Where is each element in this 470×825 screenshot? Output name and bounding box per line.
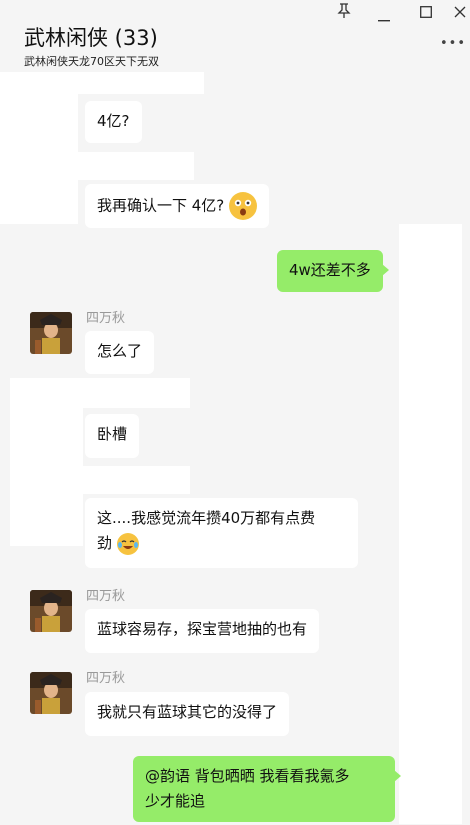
chat-header: 武林闲侠 (33) 武林闲侠天龙70区天下无双 ••• xyxy=(0,0,470,72)
astonished-face-emoji xyxy=(229,192,258,220)
sender-name: 四万秋 xyxy=(86,311,126,326)
group-title[interactable]: 武林闲侠 (33) xyxy=(24,22,158,52)
more-icon[interactable]: ••• xyxy=(440,36,466,51)
message-text: 我就只有蓝球其它的没得了 xyxy=(97,703,278,721)
message-text: 蓝球容易存，探宝营地抽的也有 xyxy=(97,620,308,638)
redacted-area xyxy=(10,408,83,546)
message-text: 卧槽 xyxy=(97,425,128,443)
redacted-area xyxy=(78,152,194,180)
message-text: 少才能追 xyxy=(145,792,206,810)
avatar[interactable] xyxy=(30,312,72,354)
message-text: 劲 xyxy=(97,534,113,552)
group-subtitle: 武林闲侠天龙70区天下无双 xyxy=(24,55,159,68)
tears-of-joy-emoji xyxy=(116,532,139,555)
redacted-area xyxy=(10,378,190,408)
message-text: 4w还差不多 xyxy=(289,261,371,279)
redacted-area xyxy=(83,466,190,494)
sender-name: 四万秋 xyxy=(86,671,126,686)
message-text: 怎么了 xyxy=(97,342,143,360)
avatar[interactable] xyxy=(30,590,72,632)
message-bubble[interactable]: 怎么了 xyxy=(85,331,155,374)
message-text: 4亿? xyxy=(97,112,130,130)
message-text: 这....我感觉流年攒40万都有点费 xyxy=(97,509,316,527)
message-text: 我再确认一下 4亿? xyxy=(97,196,225,215)
redacted-area xyxy=(399,224,462,824)
message-bubble[interactable]: 这....我感觉流年攒40万都有点费 劲 xyxy=(85,498,358,568)
message-bubble-mine[interactable]: @韵语 背包晒晒 我看看我氪多 少才能追 xyxy=(133,756,401,822)
maximize-icon[interactable] xyxy=(416,6,436,22)
minimize-icon[interactable] xyxy=(374,10,394,26)
avatar[interactable] xyxy=(30,672,72,714)
close-icon[interactable] xyxy=(450,6,470,22)
message-bubble[interactable]: 4亿? xyxy=(85,101,142,143)
message-bubble[interactable]: 蓝球容易存，探宝营地抽的也有 xyxy=(85,609,320,653)
chat-window: 武林闲侠 (33) 武林闲侠天龙70区天下无双 ••• 4亿? 我再确认一下 4… xyxy=(0,0,470,825)
message-bubble[interactable]: 我再确认一下 4亿? xyxy=(85,184,270,228)
redacted-area xyxy=(0,72,204,94)
sender-name: 四万秋 xyxy=(86,589,126,604)
message-bubble[interactable]: 卧槽 xyxy=(85,414,140,458)
message-bubble-mine[interactable]: 4w还差不多 xyxy=(277,250,389,292)
pin-icon[interactable] xyxy=(334,3,354,23)
message-text: @韵语 背包晒晒 我看看我氪多 xyxy=(145,767,350,785)
redacted-area xyxy=(0,94,78,224)
message-bubble[interactable]: 我就只有蓝球其它的没得了 xyxy=(85,692,290,736)
